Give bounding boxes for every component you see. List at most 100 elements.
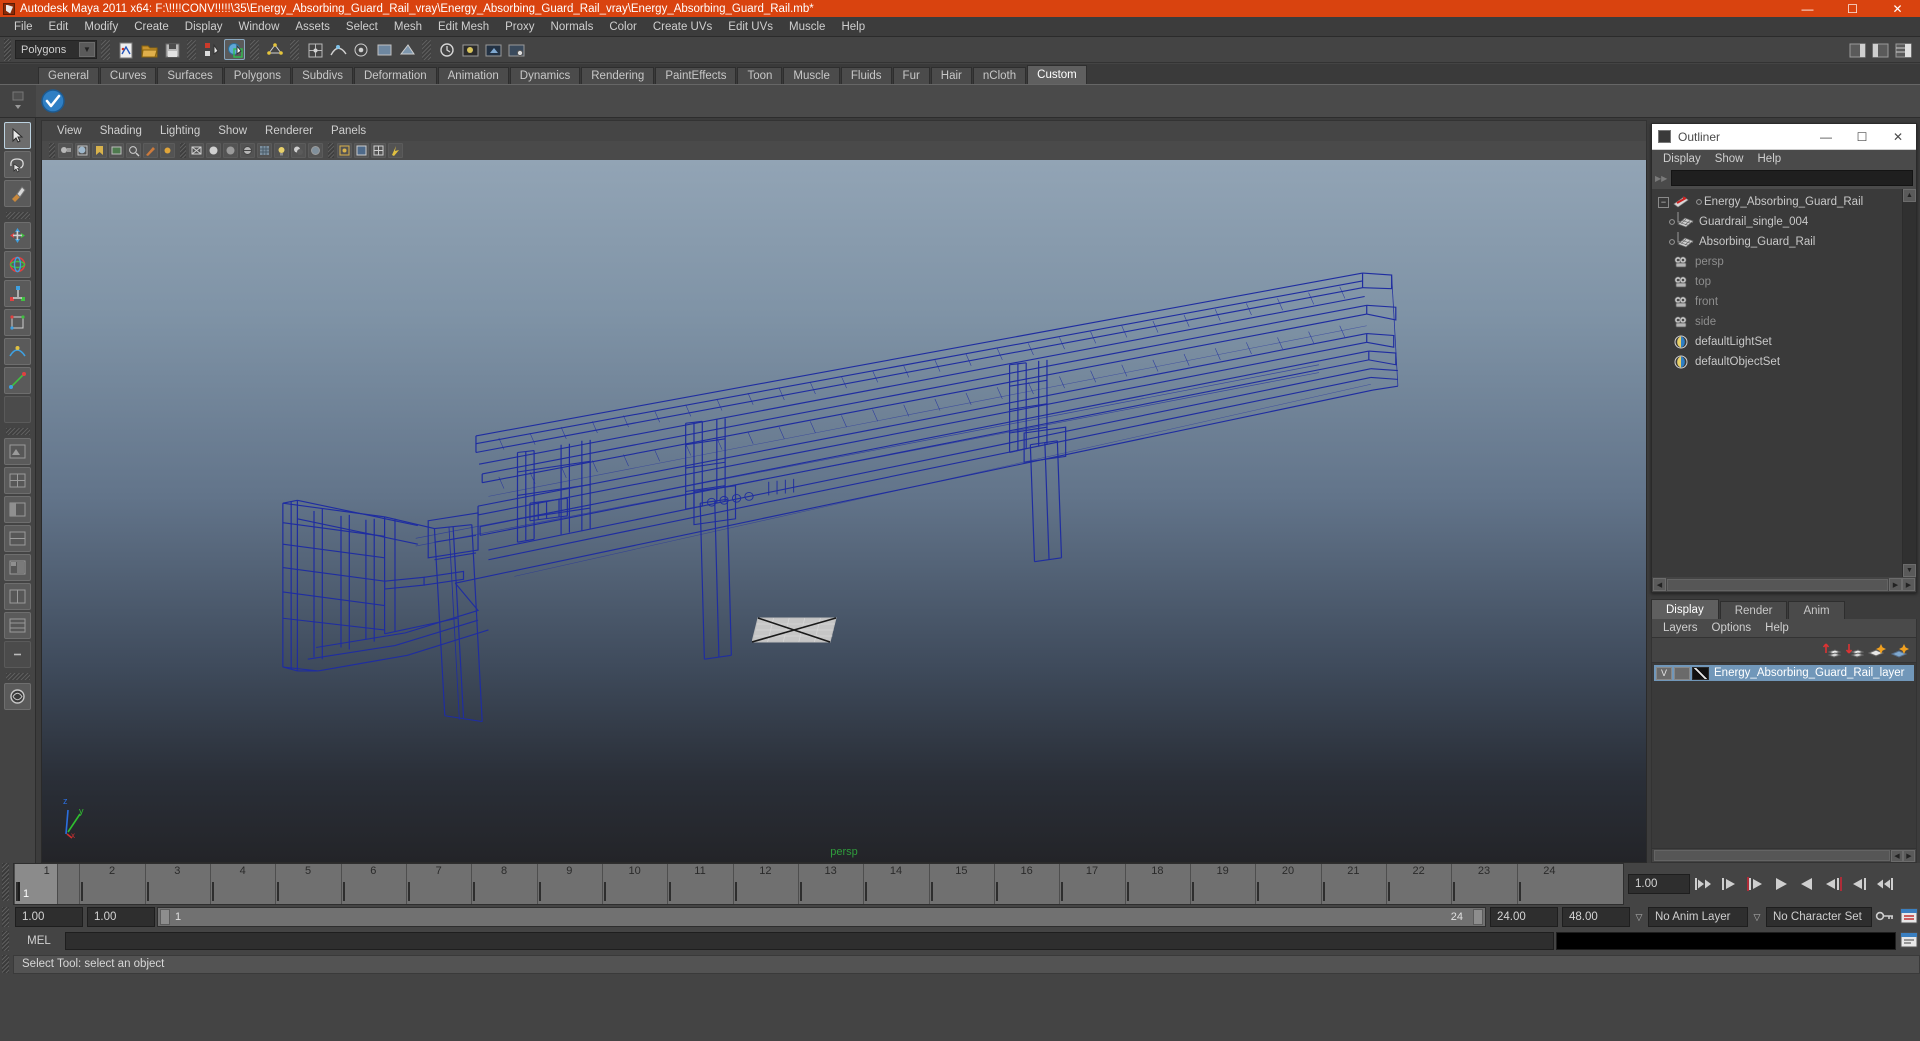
time-slider-gripper[interactable] [2,863,9,901]
viewport-menu-renderer[interactable]: Renderer [256,121,322,142]
select-component-icon[interactable] [264,39,285,60]
step-forward-key-button[interactable] [1847,873,1871,895]
menu-item-assets[interactable]: Assets [287,17,338,37]
fast-interaction-icon[interactable] [388,143,403,158]
outliner-horizontal-scrollbar[interactable]: ◀ ▶ ▶ [1652,577,1916,592]
menu-item-mesh[interactable]: Mesh [386,17,430,37]
scroll-track[interactable] [1903,202,1916,564]
shelf-options-button[interactable] [0,85,36,117]
camera-attributes-icon[interactable] [75,143,90,158]
snap-curve-icon[interactable] [327,39,348,60]
show-hide-attribute-editor-icon[interactable] [1846,39,1867,60]
viewport-toolbar-gripper[interactable] [49,143,55,158]
current-time-field[interactable]: 1.00 [1628,874,1690,894]
anim-start-time-field[interactable]: 1.00 [15,907,83,927]
textured-icon[interactable] [257,143,272,158]
select-camera-icon[interactable] [58,143,73,158]
snap-view-plane-icon[interactable] [373,39,394,60]
scroll-up-arrow-icon[interactable]: ▲ [1903,189,1916,202]
anim-layer-field[interactable]: No Anim Layer [1648,907,1748,927]
range-start-time-field[interactable]: 1.00 [87,907,155,927]
script-editor-icon[interactable] [1898,931,1920,951]
show-hide-channel-box-icon[interactable] [1892,39,1913,60]
persp-graph-layout-icon[interactable] [4,525,31,552]
use-all-lights-icon[interactable] [274,143,289,158]
outliner-item[interactable]: defaultObjectSet [1652,352,1902,372]
layer-menu-options[interactable]: Options [1705,619,1759,638]
shelf-tab-dynamics[interactable]: Dynamics [509,67,581,84]
viewport-menu-view[interactable]: View [48,121,91,142]
time-slider[interactable]: 1 1 2 3 4 5 6 7 8 9 10 11 12 13 14 15 16 17 18 19 20 21 22 23 2… [13,863,1624,905]
universal-manipulator-tool[interactable] [4,309,31,336]
select-by-hierarchy-icon[interactable] [201,39,222,60]
shelf-tab-animation[interactable]: Animation [437,67,509,84]
anim-layer-dropdown-icon[interactable]: ▽ [1630,907,1648,927]
render-current-frame-icon[interactable] [459,39,480,60]
open-scene-icon[interactable] [138,39,159,60]
paint-effects-globals-icon[interactable] [4,683,31,710]
shelf-tab-subdivs[interactable]: Subdivs [292,67,353,84]
outliner-item[interactable]: − Energy_Absorbing_Guard_Rail [1652,192,1902,212]
outliner-tree[interactable]: − Energy_Absorbing_Guard_Rail Guardrail_si… [1652,189,1916,577]
outliner-filter-arrows-icon[interactable]: ▶▶ [1655,171,1671,185]
outliner-item[interactable]: Absorbing_Guard_Rail [1652,232,1902,252]
outliner-search-input[interactable] [1671,170,1913,186]
show-manipulator-tool[interactable] [4,367,31,394]
layer-menu-layers[interactable]: Layers [1656,619,1705,638]
snap-point-icon[interactable] [350,39,371,60]
shelf-tab-ncloth[interactable]: nCloth [972,67,1027,84]
menu-item-file[interactable]: File [6,17,41,37]
outliner-item[interactable]: top [1652,272,1902,292]
layer-scroll-right-icon[interactable]: ▶ [1903,849,1915,862]
menu-item-window[interactable]: Window [230,17,287,37]
menu-item-help[interactable]: Help [833,17,873,37]
last-tool-used[interactable] [4,396,31,423]
command-language-label[interactable]: MEL [13,935,65,947]
move-layer-down-icon[interactable] [1844,641,1865,660]
outliner-persp-layout-icon[interactable] [4,496,31,523]
menu-set-selector[interactable]: Polygons ▼ [15,40,97,59]
viewport-menu-lighting[interactable]: Lighting [151,121,209,142]
shelf-tab-custom[interactable]: Custom [1027,65,1087,84]
layer-editor-tab-render[interactable]: Render [1719,601,1788,619]
smooth-shade-all-icon[interactable] [206,143,221,158]
step-back-key-button[interactable] [1717,873,1741,895]
range-end-time-field[interactable]: 24.00 [1490,907,1558,927]
character-set-field[interactable]: No Character Set [1766,907,1872,927]
menu-item-edit-mesh[interactable]: Edit Mesh [430,17,497,37]
status-line-gripper[interactable] [4,38,11,61]
menu-item-modify[interactable]: Modify [76,17,126,37]
show-hide-tool-settings-icon[interactable] [1869,39,1890,60]
hypershade-persp-layout-icon[interactable] [4,554,31,581]
scroll-right-arrow-icon[interactable]: ▶ [1889,578,1902,591]
play-backwards-button[interactable] [1769,873,1793,895]
hud-toggle-icon[interactable] [354,143,369,158]
shelf-tab-deformation[interactable]: Deformation [353,67,437,84]
layout-overflow-icon[interactable] [4,641,31,668]
shadows-icon[interactable] [291,143,306,158]
render-settings-icon[interactable] [505,39,526,60]
outliner-item[interactable]: persp [1652,252,1902,272]
range-slider[interactable]: 1 24 [157,907,1486,927]
maximize-button[interactable]: ☐ [1830,0,1875,17]
scale-tool[interactable] [4,280,31,307]
select-by-object-icon[interactable] [224,39,245,60]
shelf-tab-fluids[interactable]: Fluids [840,67,892,84]
two-pane-layout-icon[interactable] [4,612,31,639]
exposure-icon[interactable] [160,143,175,158]
outliner-menu-display[interactable]: Display [1656,150,1708,169]
minimize-button[interactable]: — [1785,0,1830,17]
menu-item-edit-uvs[interactable]: Edit UVs [720,17,781,37]
range-start-handle[interactable] [160,909,170,925]
go-to-start-button[interactable] [1691,873,1715,895]
smooth-shade-selected-icon[interactable] [223,143,238,158]
shelf-custom-tool-icon[interactable] [38,86,68,116]
outliner-item[interactable]: front [1652,292,1902,312]
move-layer-up-icon[interactable] [1821,641,1842,660]
save-scene-icon[interactable] [161,39,182,60]
character-set-dropdown-icon[interactable]: ▽ [1748,907,1766,927]
shelf-tab-painteffects[interactable]: PaintEffects [655,67,737,84]
grid-toggle-icon[interactable] [371,143,386,158]
shelf-tab-rendering[interactable]: Rendering [581,67,655,84]
command-input[interactable] [65,932,1554,950]
